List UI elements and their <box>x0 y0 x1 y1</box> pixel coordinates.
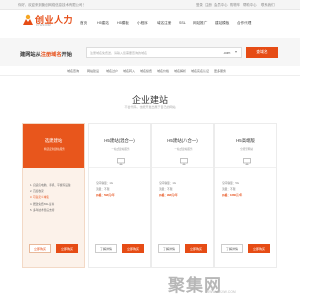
card-title: H5建站(混合一) <box>104 138 135 143</box>
details-button[interactable]: 立即购买 <box>29 244 51 253</box>
card-title: 选建建站 <box>44 138 63 143</box>
buy-button[interactable]: 立即购买 <box>248 244 270 253</box>
card-title: H5高端版 <box>236 138 255 143</box>
nav-h5-template[interactable]: H5模板 <box>117 21 129 26</box>
nav-home[interactable]: 首页 <box>80 21 87 26</box>
feature-list: 空间容量：5G 流量：不限 价格：1680元/年 <box>222 181 274 199</box>
chevron-down-icon[interactable] <box>235 51 237 53</box>
site-header: 创业人力 CY123.COM <box>0 10 300 38</box>
slogan-suffix: 开始 <box>61 52 72 58</box>
card-desc: 精选定制建站服务 <box>44 148 65 151</box>
plan-card: H5建站(八合一) 一站式建站服务 空间容量：1G 流量：不限 价格：998元/… <box>151 123 214 268</box>
nav-ssl[interactable]: SSL <box>179 21 186 25</box>
top-link-cart[interactable]: 购物车 <box>230 2 240 7</box>
top-link-help[interactable]: 帮助中心 <box>243 2 257 7</box>
feature-list: 空间容量：1G 流量：不限 价格：598元/年 <box>96 181 148 199</box>
domain-search-box: .com <box>86 47 242 58</box>
buy-button[interactable]: 立即购买 <box>122 244 144 253</box>
slogan-prefix: 建网站从 <box>20 52 41 58</box>
sub-nav: 域名查询 网站建设 域名过户 域名转入 域名续费 域名价格 域名解析 域名实名认… <box>0 66 300 76</box>
plan-card-featured: 选建建站 精选定制建站服务 1. 自适应电脑、手机、平板等设备 2. 百度收录 … <box>22 123 85 268</box>
section-subtitle: 不会代码，也能开发出属于自己的网站 <box>124 105 176 109</box>
card-desc: 一站式建站服务 <box>174 148 193 151</box>
card-header: H5建站(混合一) 一站式建站服务 <box>89 124 150 168</box>
top-link-register[interactable]: 注册 <box>205 2 212 7</box>
search-slogan: 建网站从注册域名开始 <box>20 51 72 58</box>
buy-button[interactable]: 立即购买 <box>56 244 78 253</box>
nav-promotion[interactable]: 网站推广 <box>193 21 207 26</box>
price: 价格：1680元/年 <box>222 194 243 197</box>
card-header: 选建建站 精选定制建站服务 <box>23 124 84 168</box>
top-bar: 你好，欢迎来到聚创网络信息技术有限公司！ 登录 注册 会员中心 购物车 帮助中心… <box>0 0 300 10</box>
monitor-icon <box>117 158 125 165</box>
subnav-item[interactable]: 域名价格 <box>157 69 169 73</box>
plan-card: H5高端版 全能型网站 空间容量：5G 流量：不限 价格：1680元/年 了解详… <box>214 123 277 268</box>
details-button[interactable]: 了解详情 <box>221 244 243 253</box>
card-header: H5建站(八合一) 一站式建站服务 <box>152 124 213 168</box>
subnav-item[interactable]: 域名解析 <box>174 69 186 73</box>
top-link-member[interactable]: 会员中心 <box>214 2 228 7</box>
watermark-url: WWW.JUJIW.COM <box>206 290 236 294</box>
card-header: H5高端版 全能型网站 <box>215 124 276 168</box>
logo-icon <box>23 14 33 25</box>
subnav-item[interactable]: 更多服务 <box>214 69 226 73</box>
feature-item: 价格：998元/年 <box>159 193 211 199</box>
details-button[interactable]: 了解详情 <box>158 244 180 253</box>
subnav-item[interactable]: 域名续费 <box>140 69 152 73</box>
domain-search-input[interactable] <box>90 50 190 56</box>
card-desc: 全能型网站 <box>240 148 253 151</box>
nav-templates[interactable]: 建站模板 <box>215 21 229 26</box>
card-title: H5建站(八合一) <box>167 138 198 143</box>
feature-item: 5. 多年技术售后支持 <box>30 208 55 212</box>
search-domain-button[interactable]: 查域名 <box>246 47 278 58</box>
nav-domain[interactable]: 域名注册 <box>157 21 171 26</box>
price: 价格：998元/年 <box>159 194 178 197</box>
welcome-text: 你好，欢迎来到聚创网络信息技术有限公司！ <box>18 3 86 7</box>
feature-item: 价格：598元/年 <box>96 193 148 199</box>
domain-suffix-select[interactable]: .com <box>223 51 230 55</box>
monitor-icon <box>243 158 251 165</box>
subnav-item[interactable]: 域名查询 <box>67 69 79 73</box>
subnav-item[interactable]: 域名转入 <box>123 69 135 73</box>
details-button[interactable]: 了解详情 <box>95 244 117 253</box>
price: 价格：598元/年 <box>96 194 115 197</box>
monitor-icon <box>180 158 188 165</box>
feature-list: 空间容量：1G 流量：不限 价格：998元/年 <box>159 181 211 199</box>
logo-sub-text: CY123.COM <box>36 24 51 27</box>
nav-h5-site[interactable]: H5建站 <box>97 21 109 26</box>
top-link-login[interactable]: 登录 <box>196 2 203 7</box>
card-desc: 一站式建站服务 <box>111 148 130 151</box>
feature-list: 1. 自适应电脑、手机、平板等设备 2. 百度收录 3. 可自定义域名 4. 赠… <box>30 183 82 214</box>
buy-button[interactable]: 立即购买 <box>185 244 207 253</box>
nav-agent[interactable]: 合作代理 <box>237 21 251 26</box>
feature-item: 价格：1680元/年 <box>222 193 274 199</box>
subnav-item[interactable]: 域名过户 <box>106 69 118 73</box>
subnav-item[interactable]: 域名实名认证 <box>191 69 209 73</box>
plan-card: H5建站(混合一) 一站式建站服务 空间容量：1G 流量：不限 价格：598元/… <box>88 123 151 268</box>
subnav-item[interactable]: 网站建设 <box>87 69 99 73</box>
nav-mini-program[interactable]: 小程序 <box>137 21 148 26</box>
top-link-contact[interactable]: 联系我们 <box>261 2 275 7</box>
slogan-highlight: 注册域名 <box>40 52 62 58</box>
